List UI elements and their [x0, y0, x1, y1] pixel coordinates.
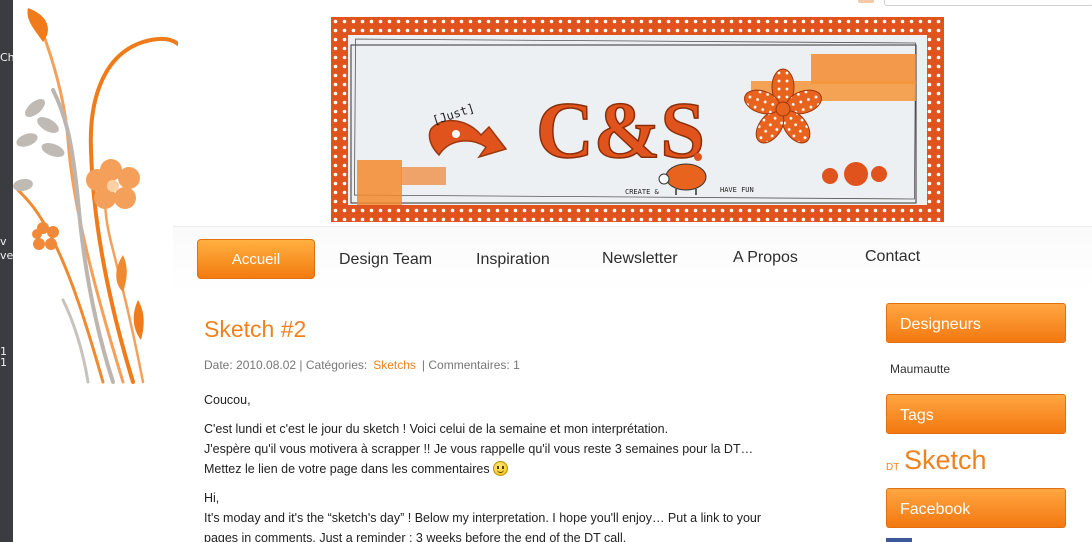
post-greeting: Coucou, — [204, 393, 251, 407]
main-navigation: Accueil Design Team Inspiration Newslett… — [173, 226, 1092, 292]
post-english-greeting: Hi, — [204, 491, 220, 505]
designer-name-link[interactable]: Maumautte — [890, 362, 950, 376]
banner-create-text: CREATE & — [625, 188, 660, 196]
tags-header[interactable]: Tags — [886, 394, 1066, 434]
nav-item-contact[interactable]: Contact — [865, 248, 920, 266]
search-input[interactable] — [884, 0, 1092, 6]
post-comments-count[interactable]: | Commentaires: 1 — [422, 358, 520, 372]
post-paragraph-line: Mettez le lien de votre page dans les co… — [204, 462, 490, 476]
search-accent — [858, 0, 874, 3]
nav-item-accueil[interactable]: Accueil — [197, 239, 315, 279]
post-paragraph-line: C'est lundi et c'est le jour du sketch !… — [204, 422, 669, 436]
left-window-strip: Ch v ve 1 1 — [0, 0, 13, 542]
floral-decoration — [13, 8, 178, 384]
post-paragraph-line: J'espère qu'il vous motivera à scrapper … — [204, 442, 754, 456]
tag-dt-link[interactable]: DT — [886, 462, 899, 473]
post-meta: Date: 2010.08.02 | Catégories: Sketchs | C… — [204, 358, 520, 372]
facebook-widget-stub[interactable] — [886, 538, 912, 542]
facebook-header[interactable]: Facebook — [886, 488, 1066, 528]
post-paragraph-line: It's moday and it's the “sketch's day” !… — [204, 511, 762, 525]
post-title[interactable]: Sketch #2 — [204, 316, 306, 343]
banner-title: C&S — [536, 87, 705, 175]
post-category-link[interactable]: Sketchs — [373, 358, 416, 372]
strip-fragment: ve — [0, 249, 13, 262]
post-paragraph-line: pages in comments. Just a reminder : 3 w… — [204, 531, 627, 542]
nav-item-a-propos[interactable]: A Propos — [733, 249, 798, 267]
banner-havefun-text: HAVE FUN — [720, 186, 754, 194]
nav-item-design-team[interactable]: Design Team — [339, 251, 432, 269]
nav-item-newsletter[interactable]: Newsletter — [602, 250, 678, 268]
smiley-icon — [493, 461, 509, 476]
tag-sketch-link[interactable]: Sketch — [904, 445, 987, 476]
post-body: Coucou, C'est lundi et c'est le jour du … — [204, 390, 804, 542]
nav-item-inspiration[interactable]: Inspiration — [476, 251, 550, 269]
header-banner: [Just] C&S CREATE & HAVE FUN — [331, 17, 944, 222]
post-date: Date: 2010.08.02 | Catégories: — [204, 358, 368, 372]
strip-fragment: v — [0, 235, 7, 248]
designers-header[interactable]: Designeurs — [886, 303, 1066, 343]
strip-fragment: Ch — [0, 51, 13, 64]
strip-fragment: 1 1 — [0, 345, 7, 369]
